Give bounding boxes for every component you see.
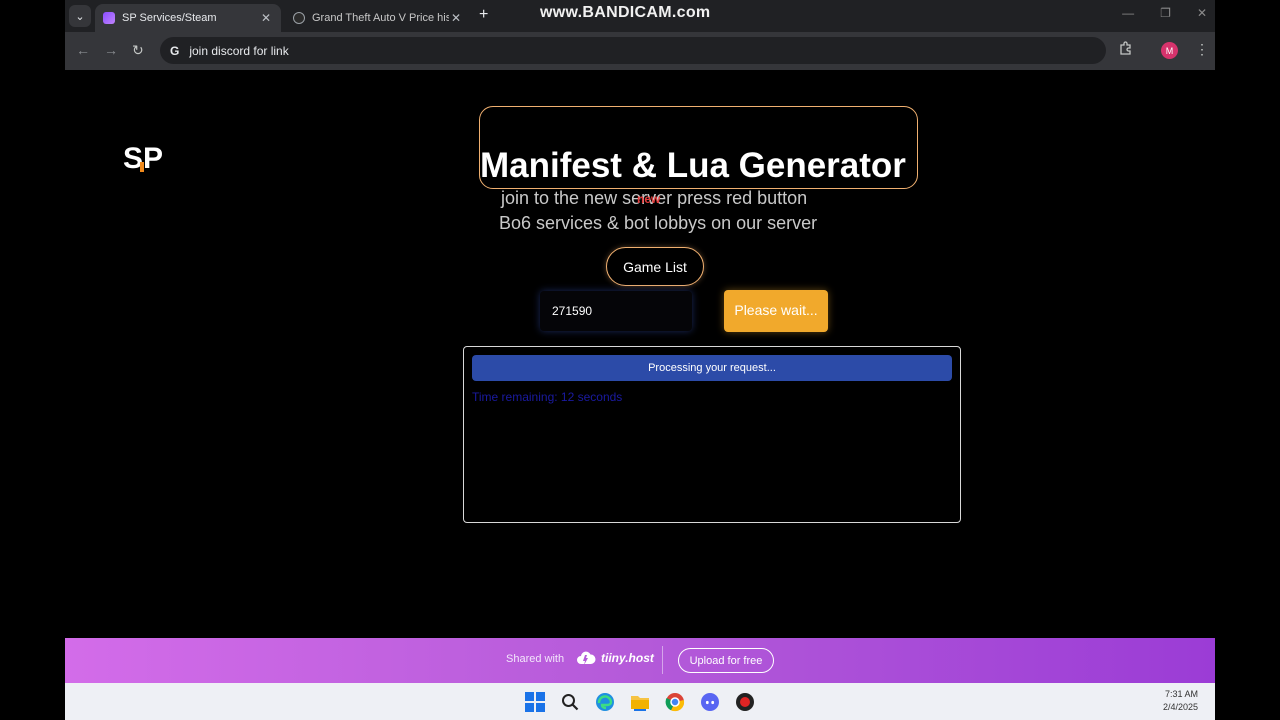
profile-avatar[interactable]: M [1161, 42, 1178, 59]
tab-title: SP Services/Steam [122, 12, 217, 24]
tiiny-host-logo[interactable]: tiiny.host [576, 650, 654, 666]
windows-start-icon[interactable] [524, 691, 546, 713]
browser-toolbar: ← → ↻ G join discord for link M ⋮ [65, 32, 1215, 70]
bandicam-icon[interactable] [734, 691, 756, 713]
tiiny-brand-text: tiiny.host [601, 651, 654, 665]
address-text: join discord for link [189, 43, 289, 58]
kebab-menu-icon[interactable]: ⋮ [1195, 41, 1209, 58]
clock-time: 7:31 AM [1164, 689, 1198, 699]
discord-icon[interactable] [699, 691, 721, 713]
tab-title: Grand Theft Auto V Price history [312, 12, 449, 24]
database-favicon-icon [293, 12, 305, 24]
google-icon: G [170, 43, 180, 58]
logo-accent [140, 162, 144, 172]
generate-button[interactable]: Please wait... [724, 290, 828, 332]
shared-with-label: Shared with [506, 653, 565, 665]
time-remaining-text: Time remaining: 12 seconds [472, 390, 623, 404]
tab-search-button[interactable]: ⌄ [69, 5, 91, 27]
tab-sp-services[interactable]: SP Services/Steam ✕ [95, 4, 281, 32]
reload-icon[interactable]: ↻ [132, 42, 144, 59]
system-clock[interactable]: 7:31 AM 2/4/2025 [1148, 688, 1198, 714]
file-explorer-icon[interactable] [629, 691, 651, 713]
extensions-icon[interactable] [1119, 41, 1133, 58]
page-content: SP Manifest & Lua Generator join to the … [65, 70, 1215, 638]
back-arrow-icon[interactable]: ← [76, 42, 90, 58]
app-id-input[interactable] [540, 291, 692, 331]
sp-favicon-icon [103, 12, 115, 24]
tab-strip: ⌄ SP Services/Steam ✕ Grand Theft Auto V… [65, 0, 1215, 32]
edge-browser-icon[interactable] [594, 691, 616, 713]
share-divider [662, 646, 663, 674]
progress-bar: Processing your request... [472, 355, 952, 381]
new-tab-button[interactable]: + [479, 6, 488, 24]
forward-arrow-icon[interactable]: → [104, 42, 118, 58]
search-icon[interactable] [559, 691, 581, 713]
sp-logo: SP [123, 142, 163, 174]
clock-date: 2/4/2025 [1162, 702, 1198, 712]
address-bar[interactable]: G join discord for link [160, 37, 1106, 64]
restore-icon[interactable]: ❐ [1160, 6, 1171, 20]
close-window-icon[interactable]: ✕ [1197, 6, 1207, 20]
red-overlay-label[interactable]: new [637, 192, 660, 206]
close-tab-icon[interactable]: ✕ [449, 11, 463, 25]
tiiny-cloud-icon [577, 651, 596, 665]
discord-invite-text: join to the new server press red button … [501, 188, 807, 209]
chrome-icon[interactable] [664, 691, 686, 713]
recording-watermark: www.BANDICAM.com [540, 4, 711, 21]
minimize-icon[interactable]: — [1122, 6, 1134, 20]
close-tab-icon[interactable]: ✕ [259, 11, 273, 25]
windows-taskbar: 7:31 AM 2/4/2025 [65, 683, 1215, 720]
page-title: Manifest & Lua Generator [480, 146, 906, 185]
output-panel: Processing your request... Time remainin… [463, 346, 961, 523]
tab-gta-price-history[interactable]: Grand Theft Auto V Price history ✕ [285, 4, 471, 32]
share-bar: Shared with tiiny.host Upload for free [65, 638, 1215, 683]
upload-for-free-button[interactable]: Upload for free [678, 648, 774, 673]
game-list-button[interactable]: Game List [606, 247, 704, 286]
browser-window: ⌄ SP Services/Steam ✕ Grand Theft Auto V… [65, 0, 1215, 720]
subtitle-line-2: Bo6 services & bot lobbys on our server [499, 213, 818, 233]
window-controls: — ❐ ✕ [1122, 6, 1207, 20]
